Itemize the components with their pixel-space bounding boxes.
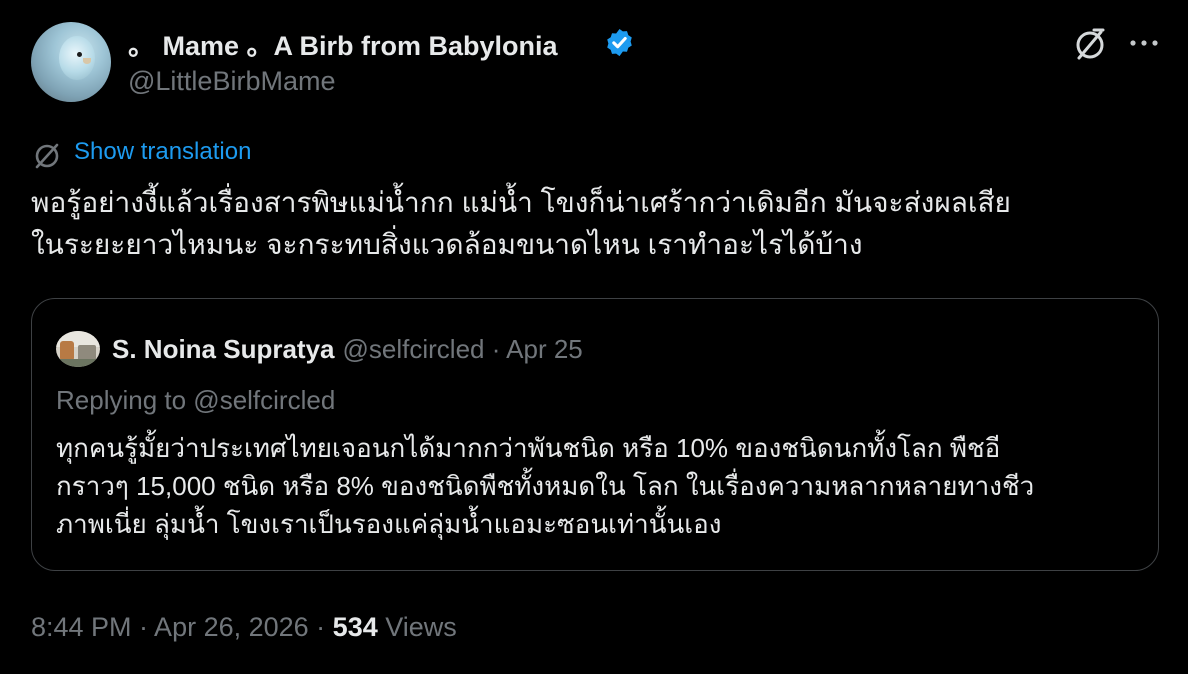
translate-icon (35, 143, 59, 169)
quoted-author-name[interactable]: S. Noina Supratya (112, 334, 335, 365)
quoted-text-line: ทุกคนรู้มั้ยว่าประเทศไทยเจอนกได้มากกว่าพ… (56, 433, 1001, 463)
more-options-icon[interactable] (1128, 37, 1160, 49)
avatar-beak (83, 58, 91, 64)
author-handle[interactable]: @LittleBirbMame (128, 66, 335, 97)
quoted-text-line: ภาพเนี่ย ลุ่มน้ำ โขงเราเป็นรองแค่ลุ่มน้ำ… (56, 509, 722, 539)
quoted-text-line: กราวๆ 15,000 ชนิด หรือ 8% ของชนิดพืชทั้ง… (56, 471, 1035, 501)
avatar-ground (56, 359, 100, 367)
avatar-figure (60, 341, 74, 361)
grok-icon[interactable] (1070, 25, 1110, 65)
avatar-eye (77, 52, 82, 57)
author-display-name[interactable]: 。 Mame 。A Birb from Babylonia (128, 26, 558, 61)
tweet-text: พอรู้อย่างงี้แล้วเรื่องสารพิษแม่น้ำกก แม… (31, 182, 1156, 266)
quoted-author-avatar[interactable] (56, 331, 100, 367)
quoted-text: ทุกคนรู้มั้ยว่าประเทศไทยเจอนกได้มากกว่าพ… (56, 429, 1131, 543)
verified-badge-icon (607, 28, 632, 57)
quoted-tweet-card[interactable]: S. Noina Supratya @selfcircled · Apr 25 … (31, 298, 1159, 571)
tweet-timestamp[interactable]: 8:44 PM · Apr 26, 2026 · (31, 612, 333, 642)
quoted-header: S. Noina Supratya @selfcircled · Apr 25 (112, 331, 583, 367)
quoted-replying-to[interactable]: Replying to @selfcircled (56, 385, 335, 416)
views-label: Views (377, 612, 457, 642)
tweet-meta: 8:44 PM · Apr 26, 2026 · 534 Views (31, 612, 457, 643)
author-avatar[interactable] (31, 22, 111, 102)
quoted-handle-date[interactable]: @selfcircled · Apr 25 (343, 334, 583, 365)
tweet-text-line: พอรู้อย่างงี้แล้วเรื่องสารพิษแม่น้ำกก แม… (31, 187, 1011, 218)
tweet-text-line: ในระยะยาวไหมนะ จะกระทบสิ่งแวดล้อมขนาดไหน… (31, 229, 863, 260)
show-translation-link[interactable]: Show translation (74, 138, 251, 166)
views-count: 534 (332, 612, 378, 642)
